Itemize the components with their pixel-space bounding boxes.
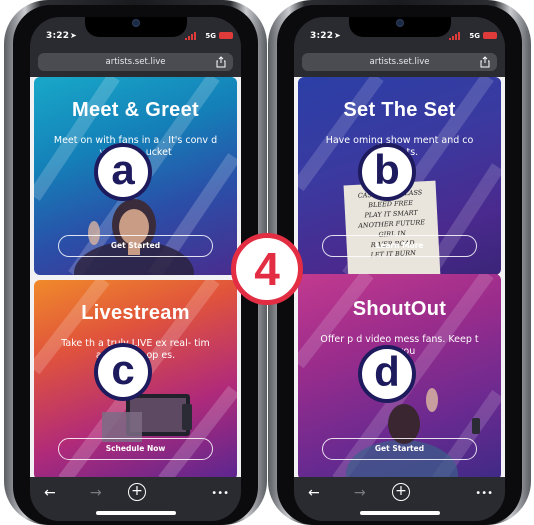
phone-screen: 3:22 ➤ 5G artists.set.live (30, 17, 241, 521)
badge-d: d (358, 345, 416, 403)
url-text: artists.set.live (105, 57, 166, 67)
new-tab-button[interactable]: + (128, 483, 146, 501)
signal-icon (449, 32, 463, 40)
camera-icon (395, 19, 404, 27)
schedule-now-button[interactable]: Schedule Now (58, 438, 213, 460)
network-label: 5G (205, 32, 216, 40)
phone-bezel: 3:22 ➤ 5G artists.set.live (13, 5, 258, 525)
more-button[interactable]: ••• (211, 488, 229, 499)
home-indicator (95, 511, 176, 515)
home-indicator (359, 511, 440, 515)
browser-toolbar: ← → + ••• (294, 477, 505, 521)
badge-b: b (358, 143, 416, 201)
forward-button[interactable]: → (90, 485, 102, 501)
forward-button[interactable]: → (354, 485, 366, 501)
url-text: artists.set.live (369, 57, 430, 67)
phone-right: 3:22 ➤ 5G artists.set.live GLASS BLEED F… (268, 0, 531, 525)
card-title: Meet & Greet (72, 99, 199, 121)
phone-left: 3:22 ➤ 5G artists.set.live Meet & Greet … (4, 0, 267, 525)
page-content: CASTLE OF GLASS BLEED FREE PLAY IT SMART… (294, 77, 505, 477)
plus-icon: + (395, 483, 407, 499)
comparison-stage: 3:22 ➤ 5G artists.set.live Meet & Greet … (0, 0, 534, 525)
step-number-badge: 4 (231, 233, 303, 305)
camera-icon (131, 19, 140, 27)
location-arrow-icon: ➤ (70, 31, 77, 40)
notch (348, 17, 451, 37)
address-bar[interactable]: artists.set.live (302, 53, 497, 71)
location-arrow-icon: ➤ (334, 31, 341, 40)
share-icon[interactable] (215, 56, 227, 68)
plus-icon: + (131, 483, 143, 499)
badge-a: a (94, 143, 152, 201)
page-content: Meet & Greet Meet on with fans in a . It… (30, 77, 241, 477)
learn-more-button[interactable]: Learn More (322, 235, 477, 257)
status-bar: 3:22 ➤ 5G (294, 17, 505, 49)
address-bar[interactable]: artists.set.live (38, 53, 233, 71)
notch (84, 17, 187, 37)
back-button[interactable]: ← (44, 485, 56, 501)
get-started-button[interactable]: Get Started (58, 235, 213, 257)
back-button[interactable]: ← (308, 485, 320, 501)
badge-c: c (94, 343, 152, 401)
status-time: 3:22 (310, 31, 334, 41)
status-time: 3:22 (46, 31, 70, 41)
more-button[interactable]: ••• (475, 488, 493, 499)
card-title: Livestream (81, 302, 190, 324)
battery-icon (219, 32, 233, 39)
network-label: 5G (469, 32, 480, 40)
signal-icon (185, 32, 199, 40)
phone-bezel: 3:22 ➤ 5G artists.set.live (277, 5, 522, 525)
card-title: Set The Set (343, 99, 456, 121)
new-tab-button[interactable]: + (392, 483, 410, 501)
get-started-button[interactable]: Get Started (322, 438, 477, 460)
status-bar: 3:22 ➤ 5G (30, 17, 241, 49)
share-icon[interactable] (479, 56, 491, 68)
browser-toolbar: ← → + ••• (30, 477, 241, 521)
battery-icon (483, 32, 497, 39)
phone-screen: 3:22 ➤ 5G artists.set.live (294, 17, 505, 521)
card-title: ShoutOut (352, 298, 447, 320)
